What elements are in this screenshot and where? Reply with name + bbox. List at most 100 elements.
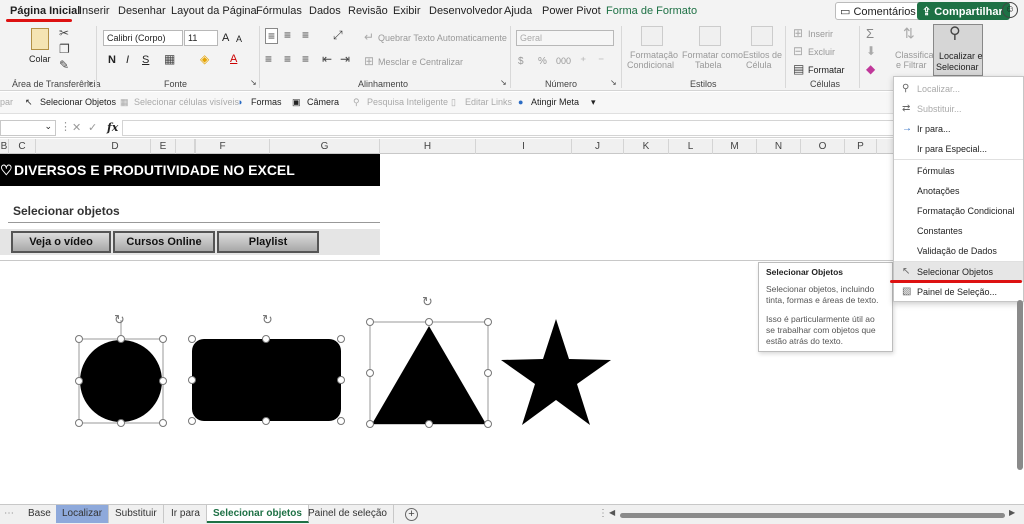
sheet-tab-base[interactable]: Base xyxy=(22,505,58,523)
tab-home[interactable]: Página Inicial xyxy=(10,5,80,17)
edit-links-icon[interactable]: ▯ xyxy=(451,97,456,108)
cursor-icon[interactable]: ↖ xyxy=(25,97,33,108)
star-shape[interactable] xyxy=(501,319,611,425)
orientation-icon[interactable]: ⤢ xyxy=(333,28,343,42)
menu-item-replace[interactable]: ⇄ Substituir... xyxy=(894,99,1023,119)
conditional-formatting-label-2[interactable]: Condicional xyxy=(627,60,674,70)
resize-handle[interactable] xyxy=(262,335,270,343)
conditional-formatting-label-1[interactable]: Formatação xyxy=(630,50,678,60)
sheet-tab-find[interactable]: Localizar xyxy=(56,505,110,523)
merge-icon[interactable]: ⊞ xyxy=(364,54,374,68)
find-select-button[interactable]: ⚲ Localizar e Selecionar xyxy=(933,24,983,76)
shapes-icon[interactable]: ◑ xyxy=(237,97,242,107)
resize-handle[interactable] xyxy=(262,417,270,425)
underline-button[interactable]: S xyxy=(142,54,149,66)
column-header[interactable]: M xyxy=(713,139,757,154)
menu-item-find[interactable]: ⚲ Localizar... xyxy=(894,79,1023,99)
qat-clip[interactable]: par xyxy=(0,97,13,107)
cancel-icon[interactable]: ✕ xyxy=(72,121,81,134)
resize-handle[interactable] xyxy=(425,420,433,428)
smart-search-button[interactable]: Pesquisa Inteligente xyxy=(367,97,448,107)
merge-center-button[interactable]: Mesclar e Centralizar xyxy=(378,57,463,67)
tab-split-dots-icon[interactable]: ⋮ xyxy=(598,508,608,519)
align-bottom-icon[interactable]: ≡ xyxy=(302,28,309,42)
sheet-tab-select-objects[interactable]: Selecionar objetos xyxy=(207,505,309,523)
select-visible-icon[interactable]: ▦ xyxy=(120,97,129,108)
goal-seek-icon[interactable]: ● xyxy=(518,97,523,107)
borders-icon[interactable]: ▦ xyxy=(164,52,175,66)
dialog-launcher-icon[interactable]: ↘ xyxy=(250,76,257,90)
select-visible-cells-button[interactable]: Selecionar células visíveis xyxy=(134,97,239,107)
wrap-text-button[interactable]: Quebrar Texto Automaticamente xyxy=(378,33,507,43)
delete-cells-button[interactable]: Excluir xyxy=(808,47,835,57)
menu-item-go-to[interactable]: → Ir para... xyxy=(894,119,1023,139)
tab-draw[interactable]: Desenhar xyxy=(118,5,166,17)
shapes-button[interactable]: Formas xyxy=(251,97,282,107)
shrink-font-button[interactable]: A xyxy=(236,34,242,44)
cell-styles-label-2[interactable]: Célula xyxy=(746,60,772,70)
triangle-shape[interactable]: ↻ xyxy=(366,295,492,428)
resize-handle[interactable] xyxy=(75,377,83,385)
tab-shape-format[interactable]: Forma de Formato xyxy=(606,5,697,17)
resize-handle[interactable] xyxy=(366,369,374,377)
format-as-table-label-1[interactable]: Formatar como xyxy=(682,50,743,60)
menu-item-conditional-formatting[interactable]: Formatação Condicional xyxy=(894,201,1023,221)
tab-power-pivot[interactable]: Power Pivot xyxy=(542,5,601,17)
formula-input[interactable] xyxy=(122,120,1022,136)
fill-icon[interactable]: ⬇ xyxy=(866,44,876,58)
paste-icon[interactable] xyxy=(31,28,49,50)
resize-handle[interactable] xyxy=(337,376,345,384)
paste-label[interactable]: Colar xyxy=(29,54,51,64)
menu-item-constants[interactable]: Constantes xyxy=(894,221,1023,241)
align-top-icon[interactable]: ≡ xyxy=(265,28,279,44)
align-center-icon[interactable]: ≡ xyxy=(284,52,291,66)
sort-filter-label-2[interactable]: e Filtrar xyxy=(896,60,927,70)
share-button[interactable]: ⇪ Compartilhar xyxy=(917,2,1010,20)
customize-qat-icon[interactable]: ▾ xyxy=(591,97,596,108)
resize-handle[interactable] xyxy=(337,417,345,425)
rotate-handle-icon[interactable]: ↻ xyxy=(422,295,433,310)
tab-review[interactable]: Revisão xyxy=(348,5,388,17)
resize-handle[interactable] xyxy=(188,417,196,425)
rounded-rectangle-shape[interactable]: ↻ xyxy=(188,313,345,425)
sheet-tab-selection-pane[interactable]: Painel de seleção xyxy=(302,505,394,523)
sheet-tab-go-to[interactable]: Ir para xyxy=(165,505,207,523)
column-header[interactable]: H xyxy=(380,139,476,154)
horizontal-scrollbar[interactable] xyxy=(620,513,1005,518)
add-sheet-icon[interactable]: + xyxy=(405,508,418,521)
column-header[interactable]: J xyxy=(572,139,624,154)
increase-decimal-icon[interactable]: ⁺ xyxy=(580,54,586,68)
align-right-icon[interactable]: ≡ xyxy=(302,52,309,66)
enter-icon[interactable]: ✓ xyxy=(88,121,97,134)
tab-data[interactable]: Dados xyxy=(309,5,341,17)
column-header[interactable]: L xyxy=(669,139,713,154)
format-cells-button[interactable]: Formatar xyxy=(808,65,845,75)
resize-handle[interactable] xyxy=(366,318,374,326)
align-left-icon[interactable]: ≡ xyxy=(265,52,272,66)
wrap-text-icon[interactable]: ↵ xyxy=(364,30,374,44)
tab-page-layout[interactable]: Layout da Página xyxy=(171,5,257,17)
insert-function-button[interactable]: fx xyxy=(107,121,118,134)
resize-handle[interactable] xyxy=(366,420,374,428)
format-cells-icon[interactable]: ▤ xyxy=(793,62,804,76)
copy-icon[interactable]: ❐ xyxy=(59,42,70,56)
font-color-button[interactable]: A xyxy=(230,53,237,65)
rotate-handle-icon[interactable]: ↻ xyxy=(114,313,125,328)
resize-handle[interactable] xyxy=(425,318,433,326)
formula-bar-handle[interactable]: ⋮ xyxy=(60,120,71,133)
resize-handle[interactable] xyxy=(484,318,492,326)
camera-icon[interactable]: ▣ xyxy=(292,97,301,108)
column-header[interactable]: N xyxy=(757,139,801,154)
insert-cells-button[interactable]: Inserir xyxy=(808,29,833,39)
clear-icon[interactable]: ◆ xyxy=(866,62,875,76)
rotate-handle-icon[interactable]: ↻ xyxy=(262,313,273,328)
tab-nav-dots-icon[interactable]: ⋯ xyxy=(4,508,14,519)
fill-color-icon[interactable]: ◈ xyxy=(200,52,209,66)
column-header[interactable]: B xyxy=(0,139,9,154)
name-box[interactable]: ⌄ xyxy=(0,120,56,136)
column-header[interactable]: F xyxy=(176,139,270,154)
column-header[interactable]: K xyxy=(624,139,669,154)
vertical-scrollbar[interactable] xyxy=(1017,300,1023,470)
cell-styles-icon[interactable] xyxy=(751,26,773,46)
autosum-button[interactable]: Σ xyxy=(866,26,874,41)
